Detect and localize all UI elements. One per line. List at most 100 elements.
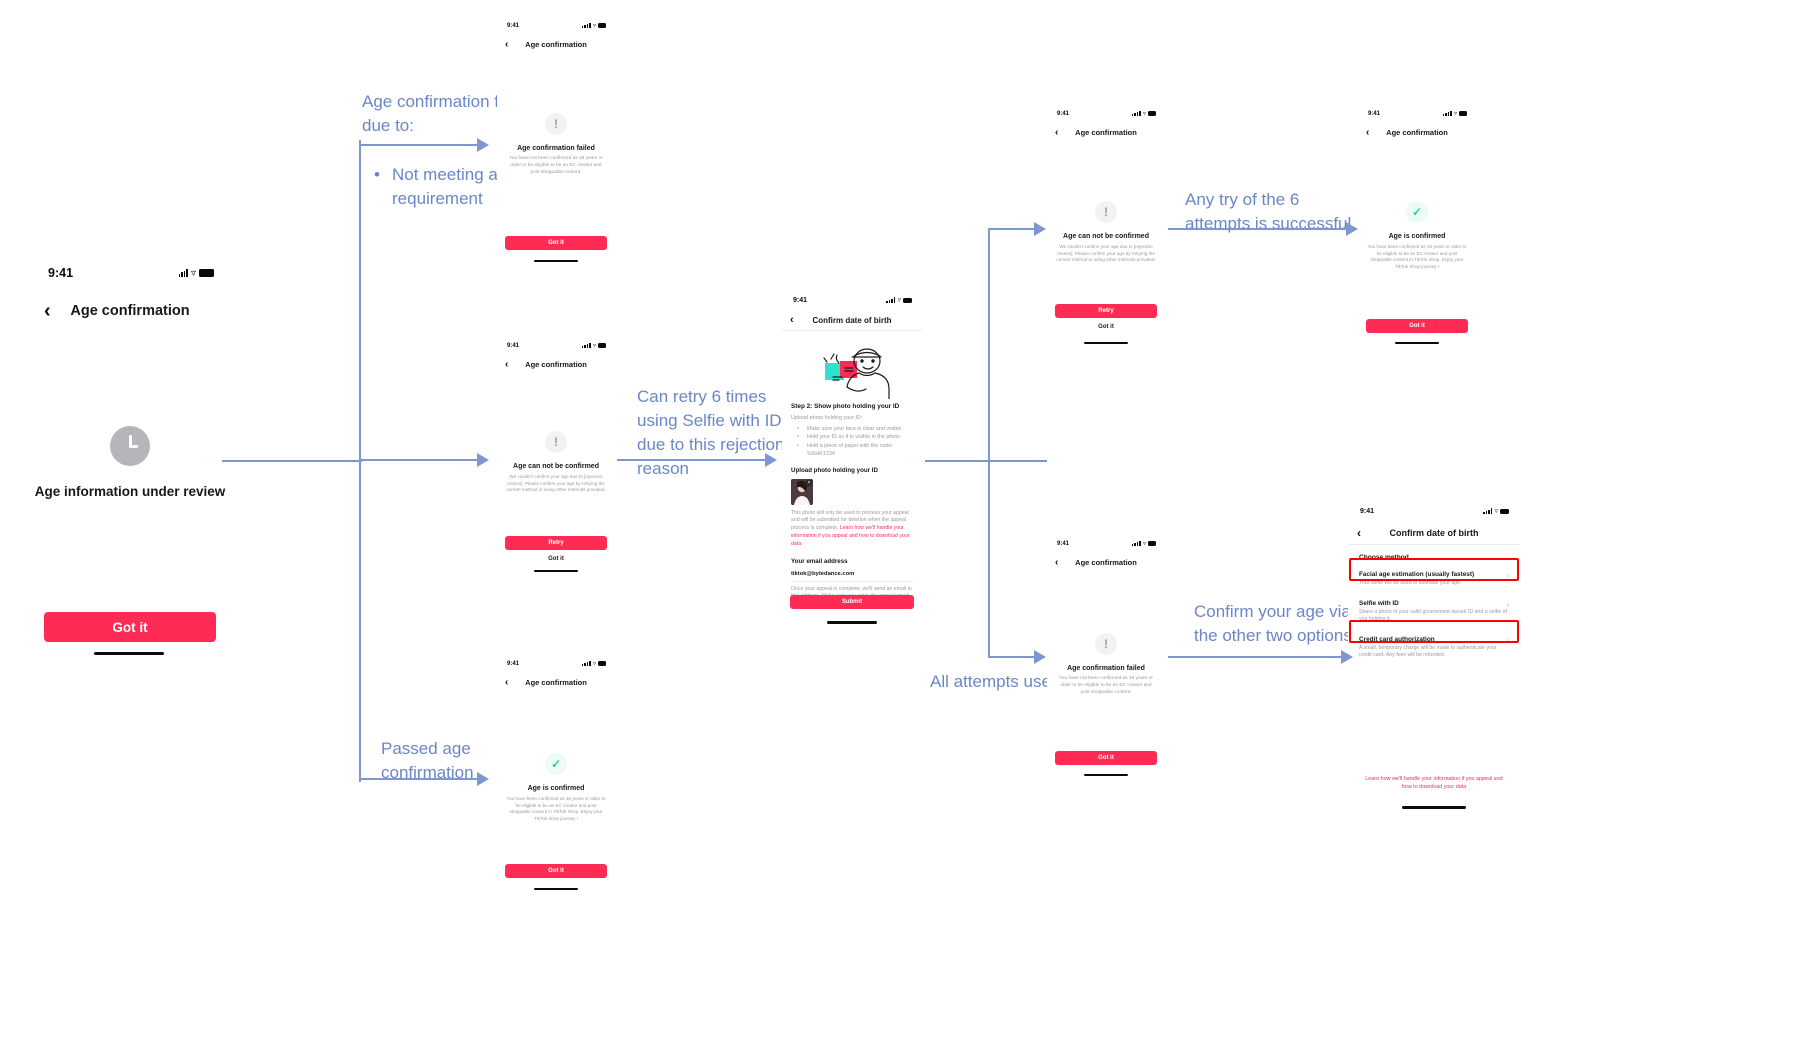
battery-icon bbox=[598, 661, 606, 666]
exclamation-icon: ! bbox=[1095, 201, 1117, 223]
result-body: You have not been confirmed as 18 years … bbox=[509, 156, 603, 175]
page-title: Confirm date of birth bbox=[812, 315, 892, 325]
result-body: You have been confirmed as 18 years or o… bbox=[1367, 244, 1467, 269]
phone-screen-choose-method: 9:41 ▿ ‹ Confirm date of birth Choose me… bbox=[1348, 503, 1520, 813]
result-title: Age can not be confirmed bbox=[1063, 233, 1149, 240]
connector-right-trunk bbox=[988, 228, 991, 658]
battery-icon bbox=[1148, 111, 1156, 116]
chevron-left-icon[interactable]: ‹ bbox=[1357, 526, 1361, 540]
got-it-button[interactable]: Got it bbox=[505, 864, 607, 878]
person-holding-id-illustration bbox=[797, 337, 907, 400]
chevron-left-icon[interactable]: ‹ bbox=[505, 677, 508, 688]
result-body: We couldn't confirm your age due to [rej… bbox=[506, 474, 606, 493]
connector-appeal-to-right bbox=[925, 459, 1047, 463]
chevron-left-icon[interactable]: ‹ bbox=[505, 359, 508, 370]
home-indicator bbox=[1402, 806, 1466, 809]
status-bar-time: 9:41 bbox=[1057, 110, 1070, 117]
chevron-left-icon[interactable]: ‹ bbox=[790, 314, 794, 326]
nav-bar: ‹ Age confirmation bbox=[497, 355, 615, 373]
status-bar-time: 9:41 bbox=[793, 296, 808, 304]
connector-right-to-cannot-confirm bbox=[988, 222, 1050, 236]
phone-screen-appeal: 9:41 ▿ ‹ Confirm date of birth Step 2: S… bbox=[782, 292, 922, 632]
wifi-icon: ▿ bbox=[592, 343, 596, 349]
got-it-button[interactable]: Got it bbox=[1366, 319, 1468, 333]
retry-button[interactable]: Retry bbox=[1055, 304, 1157, 318]
battery-icon bbox=[1459, 111, 1467, 116]
divider bbox=[782, 330, 922, 331]
battery-icon bbox=[1500, 508, 1509, 514]
status-bar-icons: ▿ bbox=[886, 296, 912, 304]
connector-to-confirmed-screen bbox=[359, 772, 494, 786]
method-subtitle: Share a photo of your valid government-i… bbox=[1359, 608, 1507, 623]
check-icon: ✓ bbox=[545, 753, 567, 775]
battery-icon bbox=[1148, 541, 1156, 546]
method-facial-age-estimation[interactable]: Facial age estimation (usually fastest) … bbox=[1359, 571, 1509, 588]
phone-screen-age-confirmed-right: 9:41 ▿ ‹ Age confirmation ✓ Age is confi… bbox=[1358, 106, 1476, 351]
submit-button[interactable]: Submit bbox=[790, 595, 914, 609]
nav-bar: ‹ Age confirmation bbox=[30, 294, 230, 328]
connector-cannot-confirm-to-appeal bbox=[617, 453, 782, 467]
status-bar-icons: ▿ bbox=[581, 342, 606, 349]
home-indicator bbox=[94, 652, 164, 655]
battery-icon bbox=[903, 297, 912, 303]
got-it-link[interactable]: Got it bbox=[497, 556, 615, 562]
method-title: Facial age estimation (usually fastest) bbox=[1359, 571, 1475, 578]
step-bullet-list: Make sure your face is clear and visible… bbox=[791, 425, 913, 459]
home-indicator bbox=[534, 570, 578, 572]
chevron-right-icon: › bbox=[1506, 571, 1509, 580]
phone-screen-under-review: 9:41 ▿ ‹ Age confirmation Age informatio… bbox=[30, 260, 230, 660]
phone-screen-age-failed-top: 9:41 ▿ ‹ Age confirmation ! Age confirma… bbox=[497, 18, 615, 268]
privacy-footer-link[interactable]: Learn how we'll handle your information … bbox=[1364, 776, 1504, 792]
cellular-bars-icon bbox=[1131, 111, 1141, 116]
battery-icon bbox=[199, 269, 214, 277]
status-bar: 9:41 ▿ bbox=[1047, 536, 1165, 547]
got-it-button[interactable]: Got it bbox=[44, 612, 216, 642]
got-it-button[interactable]: Got it bbox=[1055, 751, 1157, 765]
step-intro: Upload photo holding your ID: bbox=[791, 415, 863, 421]
page-title: Age confirmation bbox=[1075, 557, 1137, 567]
home-indicator bbox=[534, 888, 578, 890]
illustration-svg bbox=[823, 348, 890, 400]
page-title: Confirm date of birth bbox=[1389, 528, 1479, 538]
status-bar-time: 9:41 bbox=[507, 22, 520, 29]
status-bar-time: 9:41 bbox=[48, 266, 74, 280]
exclamation-icon: ! bbox=[545, 431, 567, 453]
home-indicator bbox=[1084, 342, 1128, 344]
retry-button[interactable]: Retry bbox=[505, 536, 607, 550]
status-bar-time: 9:41 bbox=[1057, 540, 1070, 547]
result-body: You have been confirmed as 18 years or o… bbox=[506, 796, 606, 821]
status-bar: 9:41 ▿ bbox=[1358, 106, 1476, 117]
nav-bar: ‹ Age confirmation bbox=[497, 35, 615, 53]
cellular-bars-icon bbox=[1483, 508, 1493, 514]
page-title: Age confirmation bbox=[525, 39, 587, 49]
close-icon[interactable]: × bbox=[806, 479, 812, 486]
status-bar: 9:41 ▿ bbox=[30, 260, 230, 280]
chevron-left-icon[interactable]: ‹ bbox=[1055, 127, 1058, 138]
status-bar-time: 9:41 bbox=[507, 660, 520, 667]
status-bar: 9:41 ▿ bbox=[1047, 106, 1165, 117]
uploaded-selfie-thumbnail[interactable]: × bbox=[791, 478, 813, 505]
connector-review-to-branch bbox=[222, 459, 362, 463]
clock-icon bbox=[110, 426, 150, 466]
email-field[interactable]: tiktok@bytedance.com bbox=[791, 571, 913, 577]
phone-screen-cannot-confirm: 9:41 ▿ ‹ Age confirmation ! Age can not … bbox=[497, 338, 615, 573]
chevron-left-icon[interactable]: ‹ bbox=[1055, 557, 1058, 568]
got-it-button[interactable]: Got it bbox=[505, 236, 607, 250]
chevron-left-icon[interactable]: ‹ bbox=[1366, 127, 1369, 138]
method-selfie-with-id[interactable]: Selfie with ID Share a photo of your val… bbox=[1359, 600, 1509, 624]
method-credit-card-authorization[interactable]: Credit card authorization A small, tempo… bbox=[1359, 636, 1509, 660]
page-title: Age confirmation bbox=[525, 359, 587, 369]
cellular-bars-icon bbox=[886, 297, 896, 303]
wifi-icon: ▿ bbox=[592, 661, 596, 667]
cellular-bars-icon bbox=[581, 661, 591, 666]
method-subtitle: Your selfie will be used to estimate you… bbox=[1359, 580, 1462, 586]
got-it-link[interactable]: Got it bbox=[1047, 324, 1165, 330]
divider bbox=[1348, 544, 1520, 545]
status-bar: 9:41 ▿ bbox=[497, 656, 615, 667]
wifi-icon: ▿ bbox=[592, 23, 596, 29]
connector-to-age-confirmed bbox=[1168, 222, 1363, 236]
chevron-left-icon[interactable]: ‹ bbox=[44, 300, 51, 323]
review-message: Age information under review bbox=[34, 484, 226, 499]
cellular-bars-icon bbox=[1442, 111, 1452, 116]
chevron-left-icon[interactable]: ‹ bbox=[505, 39, 508, 50]
